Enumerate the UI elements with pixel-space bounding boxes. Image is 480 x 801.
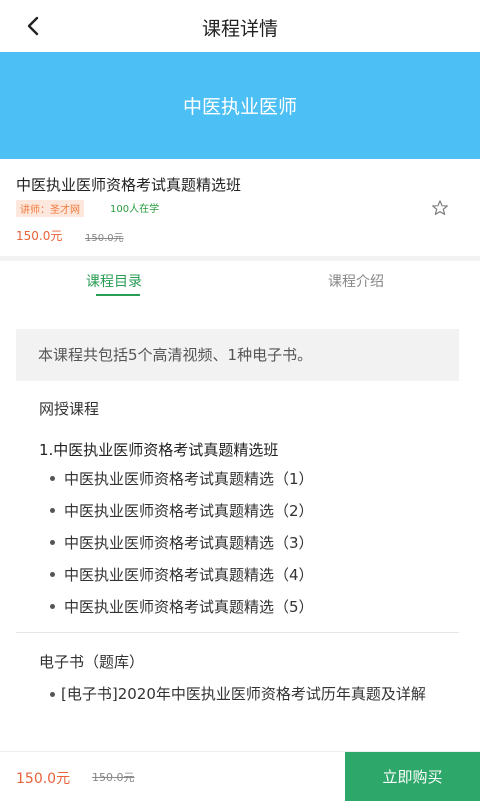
bottom-price: 150.0元 [16, 771, 71, 787]
bullet [50, 508, 55, 513]
bottom-bar: 150.0元 150.0元 立即购买 [0, 751, 480, 801]
ebook-title: [电子书]2020年中医执业医师资格考试历年真题及详解 [61, 685, 426, 703]
lesson-title: 中医执业医师资格考试真题精选（4） [64, 566, 314, 584]
lesson-title: 中医执业医师资格考试真题精选（1） [64, 470, 314, 488]
course-name: 中医执业医师资格考试真题精选班 [16, 176, 242, 194]
banner-text: 中医执业医师 [182, 96, 297, 118]
bullet [50, 604, 55, 609]
lesson-title: 中医执业医师资格考试真题精选（3） [64, 534, 314, 552]
star-outline-icon [432, 200, 448, 216]
top-bar: 课程详情 [0, 0, 480, 52]
course-banner: 中医执业医师 [0, 52, 480, 159]
catalog-summary: 本课程共包括5个高清视频、1种电子书。 [16, 329, 459, 381]
ebook-heading: 电子书（题库） [39, 653, 145, 671]
section-divider [16, 632, 459, 633]
learner-count: 100人在学 [110, 204, 160, 215]
active-tab-indicator [96, 294, 140, 296]
bottom-original-price: 150.0元 [92, 771, 135, 784]
bullet [50, 572, 55, 577]
course-info: 中医执业医师资格考试真题精选班 讲师：圣才网 100人在学 150.0元 150… [0, 159, 480, 256]
bullet [50, 540, 55, 545]
bullet [50, 692, 55, 697]
catalog-summary-text: 本课程共包括5个高清视频、1种电子书。 [38, 346, 313, 364]
favorite-button[interactable] [431, 199, 449, 217]
tab-introduction[interactable]: 课程介绍 [328, 271, 384, 291]
bullet [50, 476, 55, 481]
lesson-title: 中医执业医师资格考试真题精选（5） [64, 598, 314, 616]
teacher-badge: 讲师：圣才网 [16, 200, 84, 217]
tab-catalog[interactable]: 课程目录 [86, 271, 142, 291]
course-original-price: 150.0元 [85, 233, 124, 244]
page-title: 课程详情 [201, 18, 278, 40]
online-course-heading: 网授课程 [39, 400, 100, 418]
course-price: 150.0元 [16, 229, 63, 243]
buy-now-button[interactable]: 立即购买 [345, 752, 480, 801]
tab-bar: 课程目录 课程介绍 [0, 261, 480, 307]
lesson-title: 中医执业医师资格考试真题精选（2） [64, 502, 314, 520]
class-title[interactable]: 1.中医执业医师资格考试真题精选班 [39, 439, 278, 460]
